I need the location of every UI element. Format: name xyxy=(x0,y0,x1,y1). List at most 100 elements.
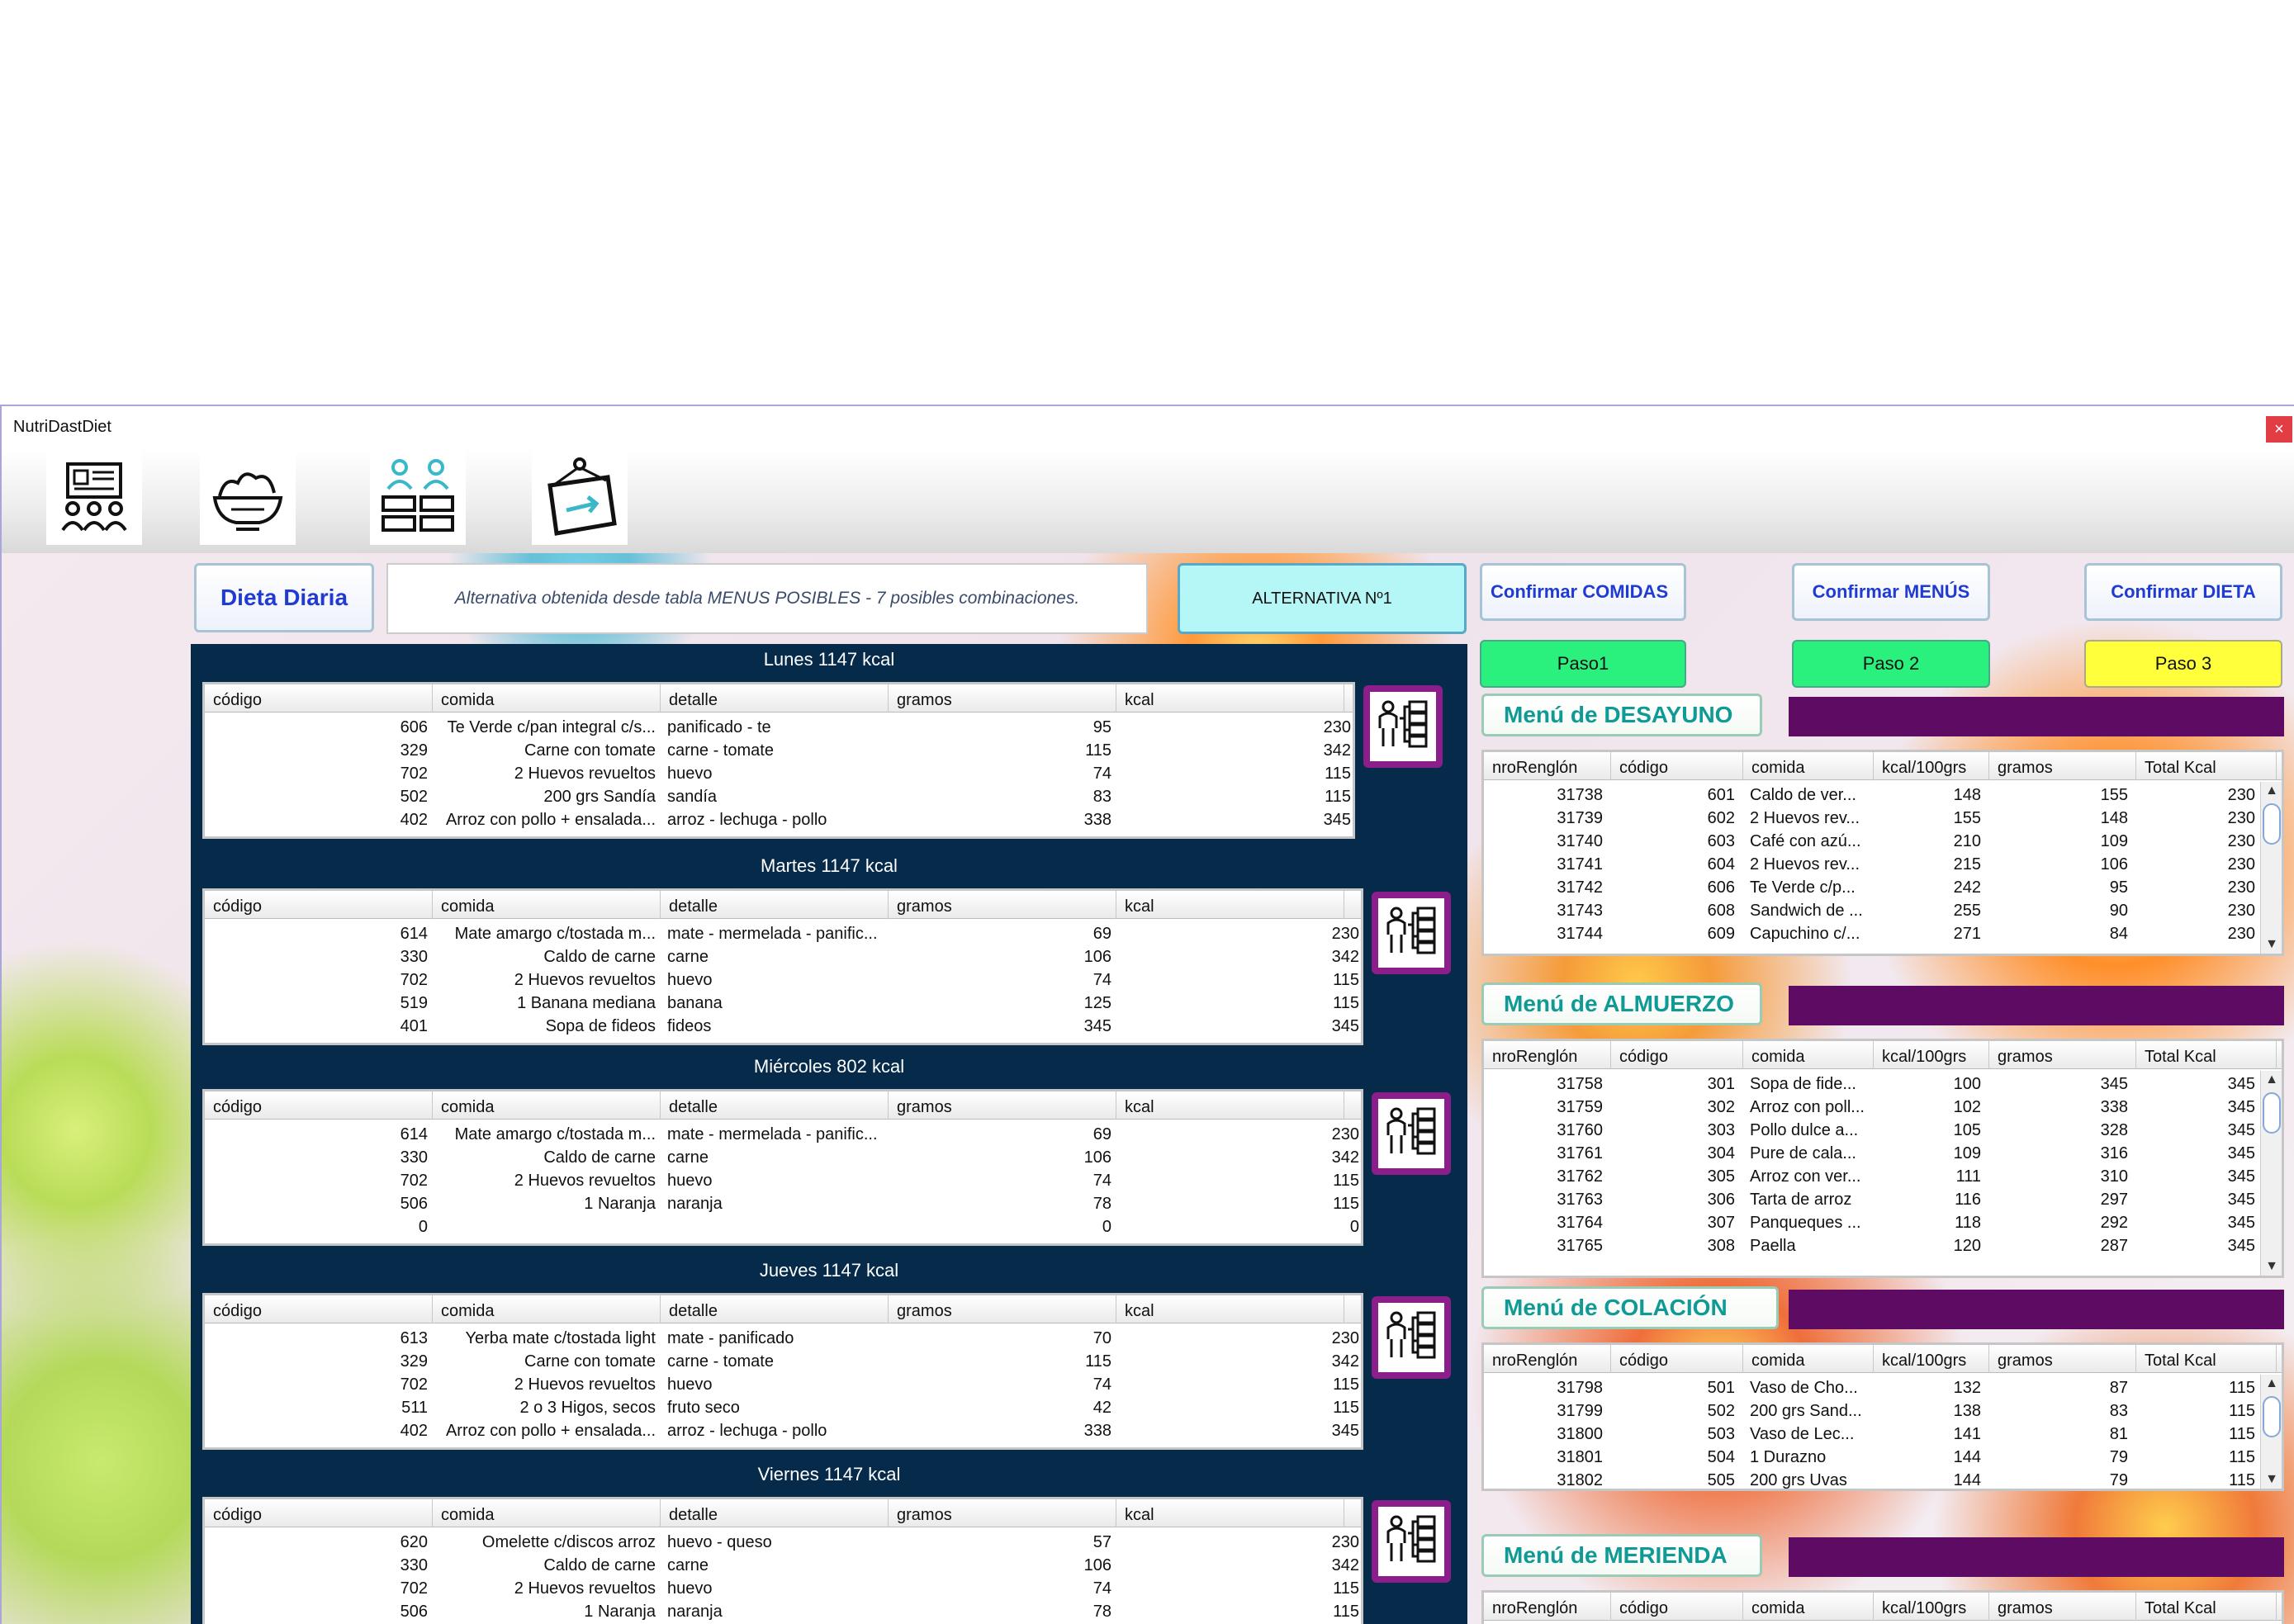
table-row[interactable]: 329 Carne con tomate carne - tomate 115 342 xyxy=(205,1350,1361,1373)
column-header[interactable]: kcal xyxy=(1116,684,1344,713)
column-header[interactable]: código xyxy=(1611,1593,1743,1621)
column-header[interactable]: código xyxy=(205,1499,433,1527)
table-row[interactable]: 702 2 Huevos revueltos huevo 74 115 xyxy=(205,1373,1361,1396)
column-header[interactable]: código xyxy=(205,684,433,713)
salad-bowl-icon[interactable] xyxy=(200,449,296,545)
dieta-diaria-button[interactable]: Dieta Diaria xyxy=(194,563,374,632)
table-row[interactable]: 402 Arroz con pollo + ensalada... arroz - … xyxy=(205,1419,1361,1442)
table-row[interactable]: 31742 606 Te Verde c/p... 242 95 230 xyxy=(1484,876,2282,899)
table-row[interactable]: 31743 608 Sandwich de ... 255 90 230 xyxy=(1484,899,2282,922)
table-row[interactable]: 702 2 Huevos revueltos huevo 74 115 xyxy=(205,1169,1361,1192)
table-row[interactable]: 620 Omelette c/discos arroz huevo - queso 5… xyxy=(205,1531,1361,1554)
column-header[interactable]: kcal xyxy=(1116,1091,1344,1120)
table-row[interactable]: 31801 504 1 Durazno 144 79 115 xyxy=(1484,1446,2282,1469)
scroll-down-icon[interactable]: ▼ xyxy=(2261,1259,2282,1274)
column-header[interactable]: detalle xyxy=(661,684,889,713)
column-header[interactable]: gramos xyxy=(889,1091,1116,1120)
column-header[interactable]: gramos xyxy=(889,1499,1116,1527)
column-header[interactable]: detalle xyxy=(661,891,889,919)
table-row[interactable]: 31761 304 Pure de cala... 109 316 345 xyxy=(1484,1142,2282,1165)
table-row[interactable]: 31740 603 Café con azú... 210 109 230 xyxy=(1484,830,2282,853)
vertical-scrollbar[interactable]: ▲ ▼ xyxy=(2260,782,2282,954)
column-header[interactable]: Total Kcal xyxy=(2136,1593,2277,1621)
column-header[interactable]: kcal/100grs xyxy=(1874,1345,1989,1373)
column-header[interactable]: kcal/100grs xyxy=(1874,1041,1989,1069)
table-row[interactable]: 31744 609 Capuchino c/... 271 84 230 xyxy=(1484,922,2282,945)
vertical-scrollbar[interactable]: ▲ ▼ xyxy=(2260,1071,2282,1276)
column-header[interactable]: kcal/100grs xyxy=(1874,752,1989,780)
table-row[interactable]: 0 0 0 xyxy=(205,1215,1361,1238)
table-row[interactable]: 606 Te Verde c/pan integral c/s... panific… xyxy=(205,716,1353,739)
table-row[interactable]: 31763 306 Tarta de arroz 116 297 345 xyxy=(1484,1188,2282,1211)
table-row[interactable]: 502 200 grs Sandía sandía 83 115 xyxy=(205,785,1353,808)
table-row[interactable]: 31765 308 Paella 120 287 345 xyxy=(1484,1234,2282,1257)
column-header[interactable]: kcal/100grs xyxy=(1874,1593,1989,1621)
column-header[interactable]: detalle xyxy=(661,1091,889,1120)
table-row[interactable]: 31739 602 2 Huevos rev... 155 148 230 xyxy=(1484,807,2282,830)
confirm-dieta-button[interactable]: Confirmar DIETA xyxy=(2084,563,2282,621)
column-header[interactable]: gramos xyxy=(889,684,1116,713)
table-row[interactable]: 31759 302 Arroz con poll... 102 338 345 xyxy=(1484,1096,2282,1119)
scroll-thumb[interactable] xyxy=(2263,1092,2281,1134)
table-row[interactable]: 330 Caldo de carne carne 106 342 xyxy=(205,1554,1361,1577)
column-header[interactable]: nroRenglón xyxy=(1484,1041,1611,1069)
scroll-down-icon[interactable]: ▼ xyxy=(2261,937,2282,952)
column-header[interactable]: comida xyxy=(1743,752,1874,780)
table-row[interactable]: 31762 305 Arroz con ver... 111 310 345 xyxy=(1484,1165,2282,1188)
table-row[interactable]: 702 2 Huevos revueltos huevo 74 115 xyxy=(205,762,1353,785)
column-header[interactable]: código xyxy=(205,1091,433,1120)
column-header[interactable]: nroRenglón xyxy=(1484,752,1611,780)
table-row[interactable]: 506 1 Naranja naranja 78 115 xyxy=(205,1192,1361,1215)
step1-button[interactable]: Paso1 xyxy=(1480,640,1686,688)
column-header[interactable]: gramos xyxy=(889,1295,1116,1323)
column-header[interactable]: gramos xyxy=(889,891,1116,919)
table-row[interactable]: 329 Carne con tomate carne - tomate 115 342 xyxy=(205,739,1353,762)
column-header[interactable]: código xyxy=(1611,1345,1743,1373)
column-header[interactable]: gramos xyxy=(1989,752,2136,780)
column-header[interactable]: gramos xyxy=(1989,1041,2136,1069)
detail-tree-button[interactable] xyxy=(1372,1092,1451,1175)
column-header[interactable]: Total Kcal xyxy=(2136,1041,2277,1069)
step2-button[interactable]: Paso 2 xyxy=(1792,640,1990,688)
table-row[interactable]: 402 Arroz con pollo + ensalada... arroz - … xyxy=(205,808,1353,831)
column-header[interactable]: comida xyxy=(433,891,661,919)
detail-tree-button[interactable] xyxy=(1363,685,1443,768)
alternative-button[interactable]: ALTERNATIVA Nº1 xyxy=(1178,563,1467,634)
column-header[interactable]: nroRenglón xyxy=(1484,1593,1611,1621)
scroll-down-icon[interactable]: ▼ xyxy=(2261,1472,2282,1487)
column-header[interactable]: comida xyxy=(1743,1345,1874,1373)
column-header[interactable]: detalle xyxy=(661,1499,889,1527)
detail-tree-button[interactable] xyxy=(1372,892,1451,974)
column-header[interactable]: Total Kcal xyxy=(2136,752,2277,780)
table-row[interactable]: 31738 601 Caldo de ver... 148 155 230 xyxy=(1484,784,2282,807)
scroll-up-icon[interactable]: ▲ xyxy=(2261,1376,2282,1391)
table-row[interactable]: 31802 505 200 grs Uvas 144 79 115 xyxy=(1484,1469,2282,1492)
table-row[interactable]: 31758 301 Sopa de fide... 100 345 345 xyxy=(1484,1072,2282,1096)
exit-sign-icon[interactable] xyxy=(532,449,628,545)
table-row[interactable]: 31764 307 Panqueques ... 118 292 345 xyxy=(1484,1211,2282,1234)
scroll-up-icon[interactable]: ▲ xyxy=(2261,784,2282,798)
column-header[interactable]: kcal xyxy=(1116,1295,1344,1323)
scroll-up-icon[interactable]: ▲ xyxy=(2261,1072,2282,1087)
column-header[interactable]: gramos xyxy=(1989,1593,2136,1621)
step3-button[interactable]: Paso 3 xyxy=(2084,640,2282,688)
table-row[interactable]: 702 2 Huevos revueltos huevo 74 115 xyxy=(205,968,1361,992)
confirm-comidas-button[interactable]: Confirmar COMIDAS xyxy=(1480,563,1686,621)
column-header[interactable]: gramos xyxy=(1989,1345,2136,1373)
table-row[interactable]: 330 Caldo de carne carne 106 342 xyxy=(205,945,1361,968)
table-row[interactable]: 613 Yerba mate c/tostada light mate - pani… xyxy=(205,1327,1361,1350)
column-header[interactable]: kcal xyxy=(1116,1499,1344,1527)
column-header[interactable]: nroRenglón xyxy=(1484,1345,1611,1373)
column-header[interactable]: código xyxy=(205,1295,433,1323)
table-row[interactable]: 330 Caldo de carne carne 106 342 xyxy=(205,1146,1361,1169)
table-row[interactable]: 31741 604 2 Huevos rev... 215 106 230 xyxy=(1484,853,2282,876)
column-header[interactable]: kcal xyxy=(1116,891,1344,919)
column-header[interactable]: comida xyxy=(433,1091,661,1120)
table-row[interactable]: 511 2 o 3 Higos, secos fruto seco 42 115 xyxy=(205,1396,1361,1419)
table-row[interactable]: 702 2 Huevos revueltos huevo 74 115 xyxy=(205,1577,1361,1600)
users-table-icon[interactable] xyxy=(370,449,466,545)
vertical-scrollbar[interactable]: ▲ ▼ xyxy=(2260,1375,2282,1489)
column-header[interactable]: detalle xyxy=(661,1295,889,1323)
column-header[interactable]: código xyxy=(1611,752,1743,780)
column-header[interactable]: código xyxy=(1611,1041,1743,1069)
